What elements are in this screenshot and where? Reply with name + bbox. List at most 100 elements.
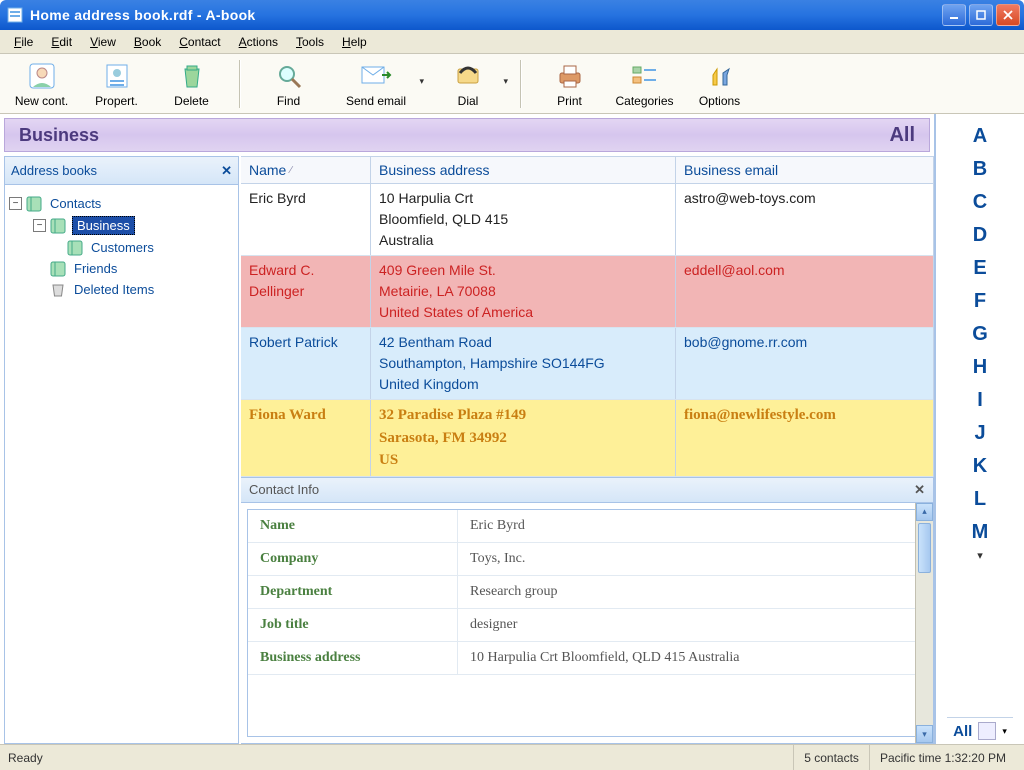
book-icon xyxy=(50,218,68,234)
letter-filter[interactable]: K xyxy=(936,450,1024,483)
person-icon xyxy=(26,60,58,92)
letter-filter[interactable]: F xyxy=(936,285,1024,318)
status-text: Ready xyxy=(8,751,793,765)
print-icon xyxy=(554,60,586,92)
book-icon xyxy=(67,240,85,256)
alphabet-panel: A B C D E F G H I J K L M ▾ All ▾ xyxy=(936,114,1024,744)
table-body: Eric Byrd 10 Harpulia CrtBloomfield, QLD… xyxy=(241,184,934,477)
dial-button[interactable]: Dial ▾ xyxy=(426,56,510,112)
menu-actions[interactable]: Actions xyxy=(231,33,286,51)
contact-info-body: NameEric Byrd CompanyToys, Inc. Departme… xyxy=(241,503,934,745)
main-area: Business All Address books ✕ − Contacts xyxy=(0,114,1024,744)
letter-filter[interactable]: C xyxy=(936,186,1024,219)
letter-filter[interactable]: E xyxy=(936,252,1024,285)
table-row[interactable]: Edward C. Dellinger 409 Green Mile St.Me… xyxy=(241,256,933,328)
minimize-button[interactable] xyxy=(942,4,966,26)
info-row: CompanyToys, Inc. xyxy=(248,543,926,576)
letter-filter[interactable]: B xyxy=(936,153,1024,186)
status-bar: Ready 5 contacts Pacific time 1:32:20 PM xyxy=(0,744,1024,770)
menu-file[interactable]: File xyxy=(6,33,41,51)
menu-edit[interactable]: Edit xyxy=(43,33,80,51)
search-icon xyxy=(273,60,305,92)
letter-filter[interactable]: J xyxy=(936,417,1024,450)
chevron-down-icon[interactable]: ▾ xyxy=(503,76,508,87)
menu-bar: File Edit View Book Contact Actions Tool… xyxy=(0,30,1024,54)
menu-tools[interactable]: Tools xyxy=(288,33,332,51)
toolbar-separator xyxy=(520,60,522,108)
phone-icon xyxy=(452,60,484,92)
tree-node-friends[interactable]: Friends xyxy=(9,258,234,279)
close-icon[interactable]: ✕ xyxy=(914,482,925,498)
sidebar: Address books ✕ − Contacts − Business xyxy=(4,156,239,744)
title-bar: Home address book.rdf - A-book xyxy=(0,0,1024,30)
letter-filter[interactable]: D xyxy=(936,219,1024,252)
categories-button[interactable]: Categories xyxy=(607,56,682,112)
sidebar-header: Address books ✕ xyxy=(5,157,238,185)
find-button[interactable]: Find xyxy=(251,56,326,112)
tree-collapse-icon[interactable]: − xyxy=(9,197,22,210)
letter-filter[interactable]: H xyxy=(936,351,1024,384)
letter-filter[interactable]: I xyxy=(936,384,1024,417)
sort-icon[interactable] xyxy=(978,722,996,740)
menu-book[interactable]: Book xyxy=(126,33,169,51)
filter-all[interactable]: All xyxy=(953,723,972,740)
scroll-thumb[interactable] xyxy=(918,523,931,573)
book-icon xyxy=(50,261,68,277)
column-header-email[interactable]: Business email xyxy=(676,157,933,183)
scroll-down-button[interactable]: ▾ xyxy=(916,725,933,743)
tree-node-customers[interactable]: Customers xyxy=(9,237,234,258)
tree-node-business[interactable]: − Business xyxy=(9,214,234,237)
letter-filter[interactable]: L xyxy=(936,483,1024,516)
tree-node-deleted[interactable]: Deleted Items xyxy=(9,279,234,300)
chevron-down-icon[interactable]: ▾ xyxy=(1002,726,1007,737)
close-button[interactable] xyxy=(996,4,1020,26)
trash-icon xyxy=(50,282,68,298)
alpha-footer: All ▾ xyxy=(947,717,1013,744)
info-row: DepartmentResearch group xyxy=(248,576,926,609)
chevron-down-icon[interactable]: ▾ xyxy=(419,76,424,87)
scrollbar[interactable]: ▴ ▾ xyxy=(915,503,933,744)
chevron-down-icon[interactable]: ▾ xyxy=(977,549,983,562)
category-header: Business All xyxy=(4,118,930,152)
new-contact-button[interactable]: New cont. xyxy=(4,56,79,112)
menu-help[interactable]: Help xyxy=(334,33,375,51)
print-button[interactable]: Print xyxy=(532,56,607,112)
sort-asc-icon: ∕ xyxy=(290,165,292,176)
table-wrap: Name ∕ Business address Business email E… xyxy=(241,156,934,744)
table-header: Name ∕ Business address Business email xyxy=(241,156,934,184)
info-row: Business address10 Harpulia Crt Bloomfie… xyxy=(248,642,926,675)
window-title: Home address book.rdf - A-book xyxy=(30,7,942,23)
info-row: NameEric Byrd xyxy=(248,510,926,543)
scroll-up-button[interactable]: ▴ xyxy=(916,503,933,521)
delete-button[interactable]: Delete xyxy=(154,56,229,112)
trash-icon xyxy=(176,60,208,92)
category-filter[interactable]: All xyxy=(889,124,915,147)
app-icon xyxy=(6,6,24,24)
table-row[interactable]: Fiona Ward 32 Paradise Plaza #149Sarasot… xyxy=(241,400,933,477)
send-email-button[interactable]: Send email ▾ xyxy=(326,56,426,112)
column-header-name[interactable]: Name ∕ xyxy=(241,157,371,183)
table-row[interactable]: Robert Patrick 42 Bentham RoadSouthampto… xyxy=(241,328,933,400)
tree: − Contacts − Business Customers xyxy=(5,185,238,308)
letter-filter[interactable]: M xyxy=(936,516,1024,549)
tree-node-contacts[interactable]: − Contacts xyxy=(9,193,234,214)
options-button[interactable]: Options xyxy=(682,56,757,112)
close-icon[interactable]: ✕ xyxy=(221,163,232,179)
menu-contact[interactable]: Contact xyxy=(171,33,228,51)
options-icon xyxy=(704,60,736,92)
properties-icon xyxy=(101,60,133,92)
column-header-address[interactable]: Business address xyxy=(371,157,676,183)
toolbar-separator xyxy=(239,60,241,108)
properties-button[interactable]: Propert. xyxy=(79,56,154,112)
tree-collapse-icon[interactable]: − xyxy=(33,219,46,232)
send-email-icon xyxy=(360,60,392,92)
toolbar: New cont. Propert. Delete Find Send emai… xyxy=(0,54,1024,114)
category-title: Business xyxy=(19,125,889,146)
info-row: Job titledesigner xyxy=(248,609,926,642)
table-row[interactable]: Eric Byrd 10 Harpulia CrtBloomfield, QLD… xyxy=(241,184,933,256)
menu-view[interactable]: View xyxy=(82,33,124,51)
contact-info-header: Contact Info ✕ xyxy=(241,477,934,503)
letter-filter[interactable]: G xyxy=(936,318,1024,351)
maximize-button[interactable] xyxy=(969,4,993,26)
letter-filter[interactable]: A xyxy=(936,120,1024,153)
